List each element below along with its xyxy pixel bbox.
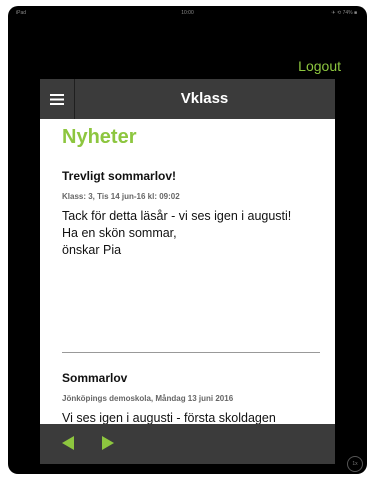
post-title: Sommarlov — [62, 371, 128, 385]
status-time: 10:00 — [181, 10, 194, 16]
back-arrow-icon[interactable] — [62, 436, 74, 450]
app-panel: Vklass Nyheter Trevligt sommarlov! Klass… — [40, 79, 335, 424]
post-body-line: Tack för detta läsår - vi ses igen i aug… — [62, 209, 292, 223]
post-body-line: önskar Pia — [62, 243, 122, 257]
news-post[interactable]: Sommarlov Jönköpings demoskola, Måndag 1… — [62, 371, 320, 424]
post-meta: Klass: 3, Tis 14 jun-16 kl: 09:02 — [62, 192, 180, 201]
hamburger-icon — [50, 93, 64, 105]
post-divider — [62, 352, 320, 353]
page-title: Nyheter — [62, 126, 137, 148]
post-body: Tack för detta läsår - vi ses igen i aug… — [62, 208, 320, 259]
status-battery: ✈ ⟲ 74% ■ — [331, 10, 357, 16]
post-body-line: Ha en skön sommar, — [62, 226, 177, 240]
post-body-line: Vi ses igen i augusti - första skoldagen — [62, 411, 276, 424]
app-title: Vklass — [180, 90, 229, 107]
news-content[interactable]: Nyheter Trevligt sommarlov! Klass: 3, Ti… — [40, 119, 335, 424]
post-title: Trevligt sommarlov! — [62, 169, 177, 183]
bottom-toolbar — [40, 424, 335, 464]
assistive-touch-icon[interactable]: 1x — [347, 456, 363, 472]
logout-link[interactable]: Logout — [298, 58, 341, 74]
news-post[interactable]: Trevligt sommarlov! Klass: 3, Tis 14 jun… — [62, 169, 320, 259]
post-body: Vi ses igen i augusti - första skoldagen — [62, 410, 320, 424]
status-bar: iPad 10:00 ✈ ⟲ 74% ■ — [8, 6, 367, 20]
top-bar: Vklass — [40, 79, 335, 119]
menu-button[interactable] — [40, 79, 75, 119]
post-meta: Jönköpings demoskola, Måndag 13 juni 201… — [62, 394, 234, 403]
forward-arrow-icon[interactable] — [102, 436, 114, 450]
